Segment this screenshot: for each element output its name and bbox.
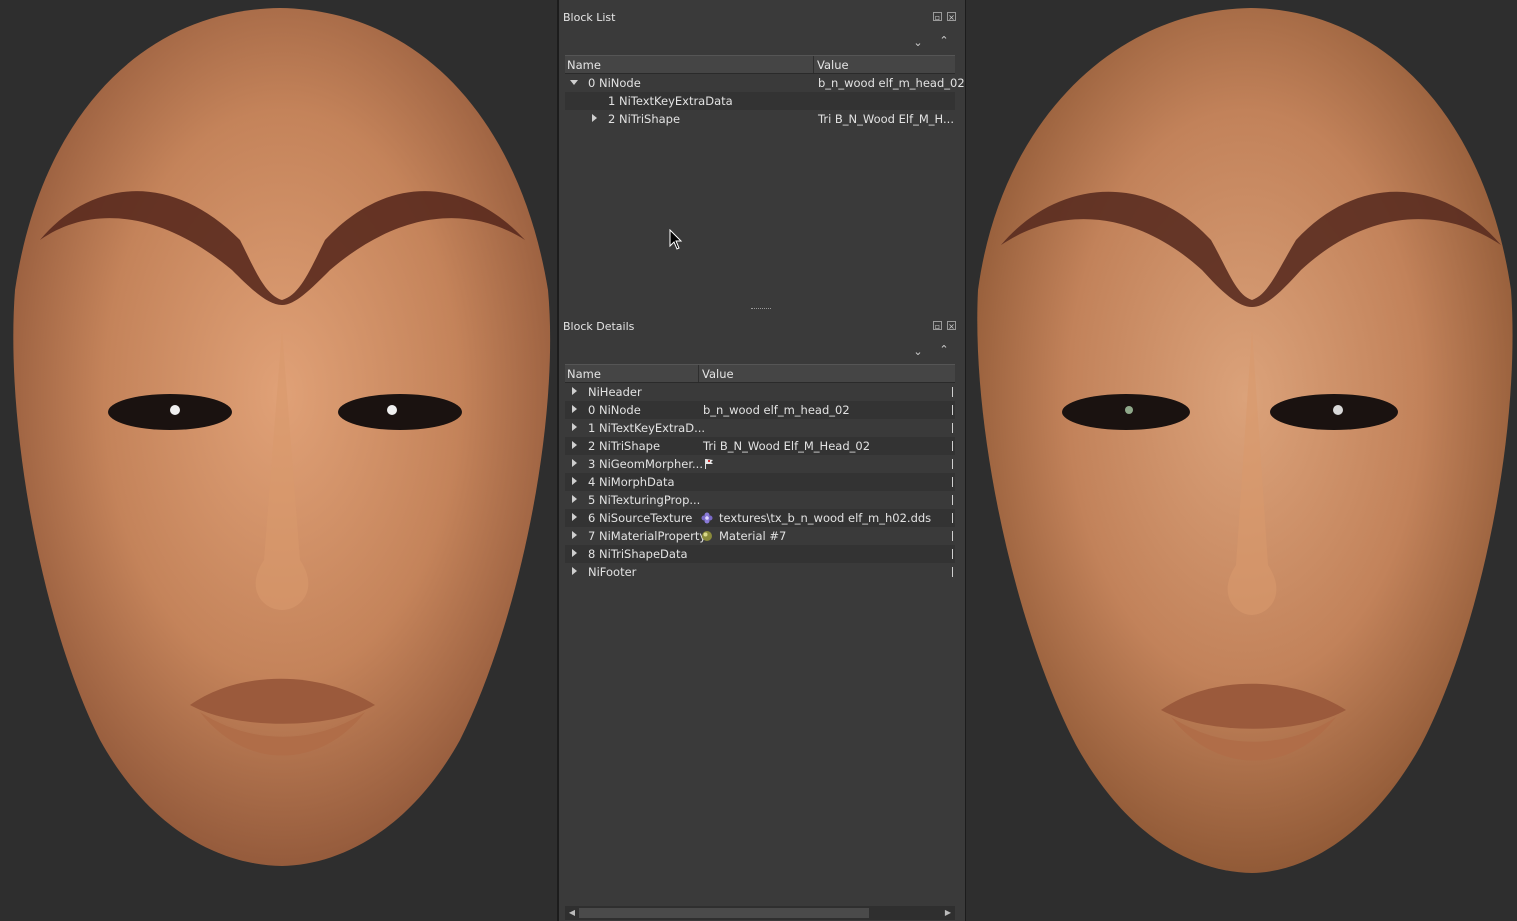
row-name: 3 NiGeomMorpher... [588, 457, 703, 471]
collapse-all-icon[interactable]: ⌃ [937, 34, 951, 48]
tree-row[interactable]: 6 NiSourceTexture textures\tx_b_n_wood e… [565, 509, 955, 527]
column-value-header[interactable]: Value [817, 58, 849, 72]
row-value: Tri B_N_Wood Elf_M_H... [818, 112, 954, 126]
scroll-right-icon[interactable]: ▶ [942, 907, 954, 919]
flag-icon [705, 459, 713, 469]
expand-arrow-icon[interactable] [572, 477, 577, 485]
row-name: 4 NiMorphData [588, 475, 675, 489]
horizontal-scrollbar[interactable]: ◀ ▶ [565, 906, 955, 920]
block-list-title: Block List [563, 11, 616, 24]
expand-arrow-icon[interactable] [572, 513, 577, 521]
column-name-header[interactable]: Name [567, 58, 601, 72]
float-dock-icon[interactable]: ▫ [933, 12, 942, 22]
scrollbar-thumb[interactable] [579, 908, 869, 918]
row-name: NiHeader [588, 385, 642, 399]
block-details-tree[interactable]: Name Value NiHeader 0 NiNode b_n_wood el… [565, 364, 955, 581]
row-name: NiFooter [588, 565, 637, 579]
expand-arrow-icon[interactable] [572, 387, 577, 395]
tree-row[interactable]: 8 NiTriShapeData [565, 545, 955, 563]
block-list-header: Name Value [565, 55, 955, 74]
tree-row[interactable]: 4 NiMorphData [565, 473, 955, 491]
elf-head-model-render [13, 8, 551, 866]
row-value: Material #7 [719, 529, 787, 543]
row-value: b_n_wood elf_m_head_02 [818, 76, 965, 90]
tree-row[interactable]: 1 NiTextKeyExtraData [565, 92, 955, 110]
expand-all-icon[interactable]: ⌄ [911, 36, 925, 50]
tree-row[interactable]: 2 NiTriShape Tri B_N_Wood Elf_M_Head_02 [565, 437, 955, 455]
mouse-cursor-icon [669, 229, 683, 250]
expand-arrow-icon[interactable] [572, 441, 577, 449]
row-name: 6 NiSourceTexture [588, 511, 693, 525]
row-value: Tri B_N_Wood Elf_M_Head_02 [703, 439, 871, 453]
tree-row[interactable]: 3 NiGeomMorpher... [565, 455, 955, 473]
tree-row[interactable]: 5 NiTexturingProp... [565, 491, 955, 509]
row-name: 2 NiTriShape [588, 439, 661, 453]
column-name-header[interactable]: Name [567, 367, 601, 381]
3d-viewport-left[interactable] [0, 0, 557, 921]
expand-arrow-icon[interactable] [572, 423, 577, 431]
tree-row[interactable]: 0 NiNode b_n_wood elf_m_head_02 [565, 74, 965, 92]
expand-arrow-icon[interactable] [572, 531, 577, 539]
expand-arrow-icon[interactable] [592, 114, 597, 122]
tree-row[interactable]: 2 NiTriShape Tri B_N_Wood Elf_M_H... [565, 110, 955, 128]
row-value: b_n_wood elf_m_head_02 [703, 403, 850, 417]
row-name: 8 NiTriShapeData [588, 547, 688, 561]
row-name: 1 NiTextKeyExtraData [608, 94, 733, 108]
collapse-arrow-icon[interactable] [570, 80, 578, 85]
expand-arrow-icon[interactable] [572, 405, 577, 413]
expand-arrow-icon[interactable] [572, 567, 577, 575]
expand-all-icon[interactable]: ⌄ [911, 345, 925, 359]
close-dock-icon[interactable]: × [947, 321, 956, 331]
center-dock-area: Block List ▫ × ⌄ ⌃ Name Value 0 NiNode b… [559, 0, 965, 921]
elf-head-model-render [977, 8, 1513, 873]
float-dock-icon[interactable]: ▫ [933, 321, 942, 331]
row-name: 0 NiNode [588, 76, 641, 90]
row-name: 1 NiTextKeyExtraD... [588, 421, 706, 435]
tree-row[interactable]: NiHeader [565, 383, 955, 401]
row-name: 5 NiTexturingProp... [588, 493, 701, 507]
panel-splitter-handle[interactable] [751, 308, 771, 312]
expand-arrow-icon[interactable] [572, 495, 577, 503]
material-sphere-icon [702, 531, 712, 541]
row-value: textures\tx_b_n_wood elf_m_h02.dds [719, 511, 932, 525]
texture-flower-icon [701, 512, 713, 524]
tree-row[interactable]: 7 NiMaterialProperty Material #7 [565, 527, 955, 545]
tree-row[interactable]: NiFooter [565, 563, 955, 581]
3d-viewport-right[interactable] [966, 0, 1517, 921]
collapse-all-icon[interactable]: ⌃ [937, 343, 951, 357]
scroll-left-icon[interactable]: ◀ [566, 907, 578, 919]
tree-row[interactable]: 1 NiTextKeyExtraD... [565, 419, 955, 437]
block-list-tree[interactable]: Name Value 0 NiNode b_n_wood elf_m_head_… [565, 55, 965, 128]
expand-arrow-icon[interactable] [572, 549, 577, 557]
block-details-header: Name Value [565, 364, 955, 383]
row-name: 2 NiTriShape [608, 112, 681, 126]
tree-row[interactable]: 0 NiNode b_n_wood elf_m_head_02 [565, 401, 955, 419]
row-name: 7 NiMaterialProperty [588, 529, 707, 543]
block-details-title: Block Details [563, 320, 635, 333]
column-value-header[interactable]: Value [702, 367, 734, 381]
row-name: 0 NiNode [588, 403, 641, 417]
close-dock-icon[interactable]: × [947, 12, 956, 22]
expand-arrow-icon[interactable] [572, 459, 577, 467]
